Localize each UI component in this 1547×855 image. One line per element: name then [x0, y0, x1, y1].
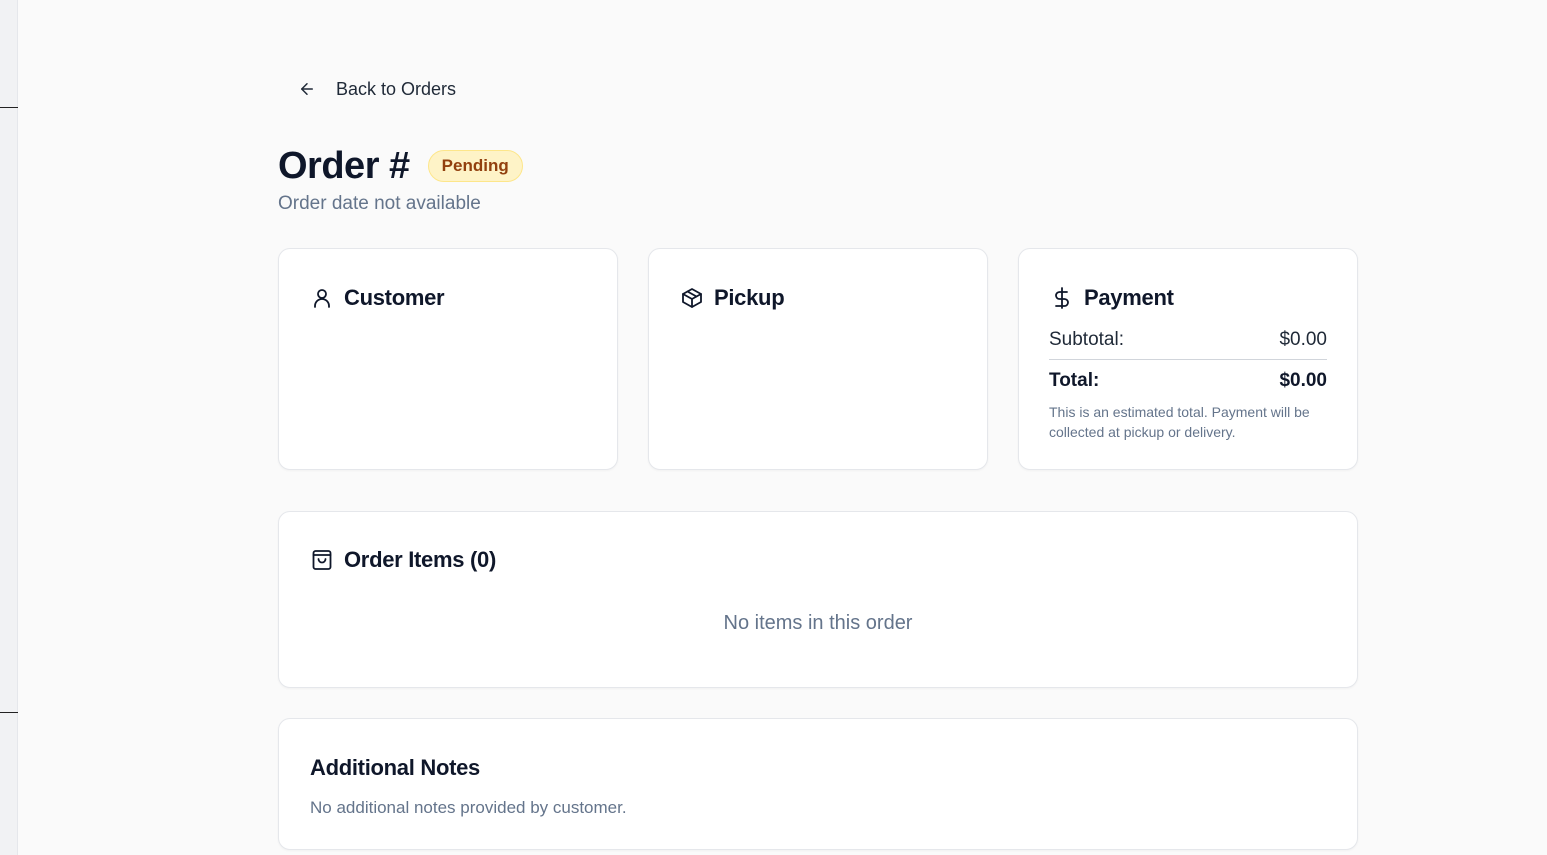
sidebar-divider — [0, 712, 18, 713]
arrow-left-icon — [298, 80, 316, 98]
additional-notes-text: No additional notes provided by customer… — [310, 798, 627, 817]
customer-card-title: Customer — [344, 285, 445, 310]
subtotal-row: Subtotal: $0.00 — [1049, 329, 1327, 351]
back-to-orders-link[interactable]: Back to Orders — [298, 76, 456, 102]
total-label: Total: — [1049, 370, 1100, 391]
user-icon — [310, 286, 334, 310]
additional-notes-title: Additional Notes — [310, 755, 480, 780]
payment-note: This is an estimated total. Payment will… — [1049, 404, 1310, 440]
shopping-bag-icon — [310, 548, 334, 572]
order-items-header: Order Items (0) — [310, 547, 496, 573]
dollar-icon — [1050, 286, 1074, 310]
customer-card-header: Customer — [310, 285, 445, 311]
order-items-card: Order Items (0) No items in this order — [278, 511, 1358, 688]
page-title: Order # — [278, 145, 410, 187]
payment-card: Payment Subtotal: $0.00 Total: $0.00 Thi… — [1018, 248, 1358, 470]
order-title-row: Order # Pending — [278, 144, 523, 188]
sidebar-divider — [0, 107, 18, 108]
pickup-card-title: Pickup — [714, 285, 785, 310]
empty-items-message: No items in this order — [723, 612, 913, 634]
additional-notes-card: Additional Notes No additional notes pro… — [278, 718, 1358, 850]
order-items-title: Order Items (0) — [344, 547, 496, 572]
subtotal-value: $0.00 — [1279, 329, 1327, 350]
payment-divider — [1049, 359, 1327, 360]
pickup-card: Pickup — [648, 248, 988, 470]
customer-card: Customer — [278, 248, 618, 470]
back-link-label: Back to Orders — [336, 78, 457, 99]
sidebar-edge — [0, 0, 18, 855]
pickup-card-header: Pickup — [680, 285, 785, 311]
status-badge: Pending — [427, 150, 523, 182]
subtotal-label: Subtotal: — [1049, 329, 1124, 350]
package-icon — [680, 286, 704, 310]
order-date: Order date not available — [278, 193, 481, 214]
total-row: Total: $0.00 — [1049, 370, 1327, 392]
payment-card-header: Payment — [1050, 285, 1174, 311]
payment-card-title: Payment — [1084, 285, 1174, 310]
total-value: $0.00 — [1279, 370, 1327, 391]
